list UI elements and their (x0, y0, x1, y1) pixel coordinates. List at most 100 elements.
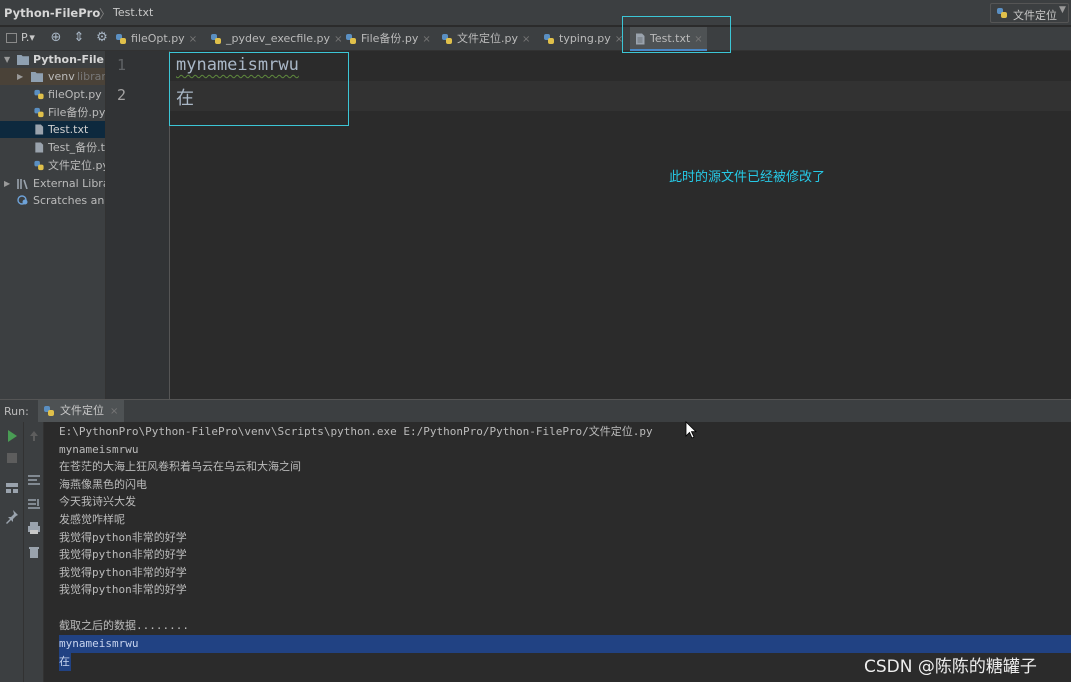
tab-label: 文件定位.py (457, 32, 518, 45)
project-view-label: P.▾ (21, 31, 35, 44)
console-line: 今天我诗兴大发 (59, 495, 136, 508)
line-number: 1 (116, 56, 126, 74)
stop-icon[interactable] (4, 450, 20, 466)
run-toolbar-left (0, 422, 24, 682)
line-number: 2 (116, 86, 126, 104)
run-console-output[interactable]: E:\PythonPro\Python-FilePro\venv\Scripts… (44, 422, 1071, 682)
run-tab-file-locate[interactable]: 文件定位 × (38, 400, 125, 422)
expanded-arrow-icon[interactable]: ▼ (4, 51, 10, 68)
scratches-icon (17, 195, 28, 205)
console-line: 在苍茫的大海上狂风卷积着乌云在乌云和大海之间 (59, 460, 301, 473)
project-icon (6, 33, 17, 43)
tree-item-label: Python-FilePro (33, 53, 105, 66)
console-line: 我觉得python非常的好学 (59, 531, 187, 544)
run-panel-header: Run: 文件定位 × (0, 399, 1071, 422)
close-icon[interactable]: × (422, 28, 430, 51)
tab-file-backup[interactable]: File备份.py × (341, 27, 435, 51)
rerun-play-icon[interactable] (4, 428, 20, 444)
tree-item-label: External Libraries (33, 177, 105, 190)
scroll-to-end-icon[interactable] (26, 496, 42, 512)
python-file-icon (346, 34, 356, 44)
chevron-down-icon: ▼ (1059, 5, 1066, 15)
python-file-icon (34, 89, 44, 100)
run-configuration-label: 文件定位 (1013, 9, 1057, 22)
highlight-box-tab (622, 16, 731, 53)
tree-item-fileopt[interactable]: fileOpt.py (0, 86, 105, 103)
console-line: 我觉得python非常的好学 (59, 548, 187, 561)
mouse-pointer-icon (685, 421, 697, 439)
locate-target-icon[interactable]: ⊕ (48, 30, 64, 46)
breadcrumb-separator: 〉 (99, 7, 112, 21)
tree-item-label: Test_备份.txt (48, 141, 105, 154)
tree-item-label: Scratches and Consoles (33, 194, 105, 207)
breadcrumb-project[interactable]: Python-FilePro (4, 6, 100, 20)
text-file-icon (35, 142, 44, 153)
run-configuration-dropdown[interactable]: 文件定位 ▼ (990, 3, 1069, 23)
console-command-line: E:\PythonPro\Python-FilePro\venv\Scripts… (59, 425, 653, 438)
trash-icon[interactable] (26, 544, 42, 560)
project-tree: ▼ Python-FilePro ▶ venv library fileOpt.… (0, 51, 106, 399)
editor-tab-bar: P.▾ ⊕ ⇕ ⚙ fileOpt.py × _pydev_execfile.py… (0, 27, 1071, 51)
folder-icon (31, 72, 43, 82)
tab-label: File备份.py (361, 32, 419, 45)
up-arrow-icon[interactable] (26, 428, 42, 444)
project-view-dropdown[interactable]: P.▾ (2, 30, 42, 47)
library-icon (17, 179, 28, 189)
tab-label: typing.py (559, 32, 611, 45)
tree-item-label: venv (48, 70, 75, 83)
run-panel-title: Run: (4, 405, 29, 418)
console-line: 海燕像黑色的闪电 (59, 478, 147, 491)
highlight-box-editor (169, 52, 349, 126)
console-line-selected: mynameismrwu (59, 635, 1071, 653)
python-file-icon (34, 160, 44, 171)
python-file-icon (544, 34, 554, 44)
tree-item-label: fileOpt.py (48, 88, 102, 101)
run-tab-label: 文件定位 (60, 404, 104, 417)
close-icon[interactable]: × (189, 28, 197, 51)
run-toolbar-second (24, 422, 44, 682)
layout-icon[interactable] (4, 480, 20, 496)
tree-item-test-txt[interactable]: Test.txt (0, 121, 105, 138)
settings-gear-icon[interactable]: ⚙ (94, 30, 110, 46)
tree-item-label: 文件定位.py (48, 159, 106, 172)
tree-item-venv[interactable]: ▶ venv library (0, 68, 106, 85)
tab-label: _pydev_execfile.py (226, 32, 331, 45)
annotation-text: 此时的源文件已经被修改了 (669, 170, 826, 185)
tab-label: fileOpt.py (131, 32, 185, 45)
soft-wrap-icon[interactable] (26, 472, 42, 488)
tab-typing[interactable]: typing.py × (539, 27, 627, 51)
text-file-icon (35, 124, 44, 135)
console-line: 我觉得python非常的好学 (59, 566, 187, 579)
tree-item-label: File备份.py (48, 106, 106, 119)
python-file-icon (34, 107, 44, 118)
close-icon[interactable]: × (522, 28, 530, 51)
watermark-text: CSDN @陈陈的糖罐子 (864, 657, 1037, 677)
collapsed-arrow-icon[interactable]: ▶ (17, 68, 23, 85)
breadcrumb-file[interactable]: Test.txt (113, 6, 153, 19)
tree-item-hint: library (77, 70, 106, 83)
python-file-icon (442, 34, 452, 44)
console-line: 我觉得python非常的好学 (59, 583, 187, 596)
pin-icon[interactable] (4, 508, 20, 524)
python-file-icon (997, 8, 1007, 18)
python-file-icon (44, 406, 54, 416)
tree-item-scratches[interactable]: Scratches and Consoles (0, 192, 105, 209)
console-line-selected: 在 (59, 653, 71, 671)
tab-file-locate[interactable]: 文件定位.py × (437, 27, 534, 51)
tree-item-file-backup[interactable]: File备份.py (0, 104, 106, 121)
python-file-icon (211, 34, 221, 44)
close-icon[interactable]: × (110, 406, 118, 417)
print-icon[interactable] (26, 520, 42, 536)
tree-item-root[interactable]: ▼ Python-FilePro (0, 51, 105, 68)
tree-item-external-libraries[interactable]: ▶ External Libraries (0, 175, 105, 192)
python-file-icon (116, 34, 126, 44)
tree-item-test-backup-txt[interactable]: Test_备份.txt (0, 139, 105, 156)
collapse-all-icon[interactable]: ⇕ (71, 30, 87, 46)
tab-fileopt[interactable]: fileOpt.py × (111, 27, 201, 51)
tree-item-file-locate[interactable]: 文件定位.py (0, 157, 106, 174)
collapsed-arrow-icon[interactable]: ▶ (4, 175, 10, 192)
editor-gutter: 1 2 (106, 51, 170, 399)
console-line: 截取之后的数据........ (59, 619, 189, 632)
tab-pydev-execfile[interactable]: _pydev_execfile.py × (206, 27, 346, 51)
